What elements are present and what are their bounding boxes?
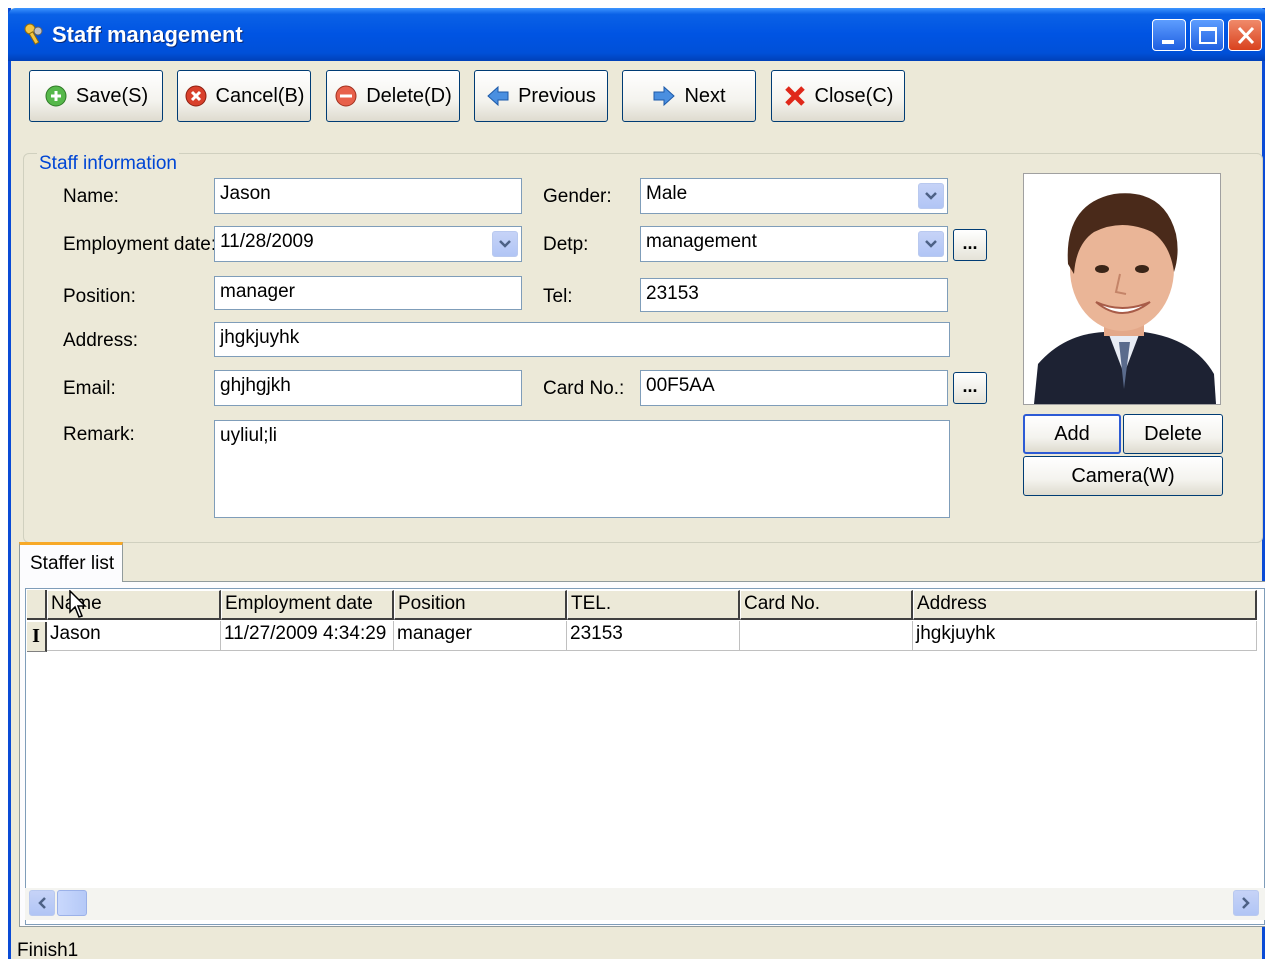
dept-dropdown-button[interactable]: [918, 231, 944, 257]
dept-label: Detp:: [543, 234, 589, 255]
gender-label: Gender:: [543, 186, 612, 207]
column-header-tel[interactable]: TEL.: [567, 590, 740, 620]
arrow-right-icon: [653, 85, 676, 107]
name-input[interactable]: Jason: [214, 178, 522, 214]
chevron-down-icon: [925, 240, 937, 248]
card-no-label: Card No.:: [543, 378, 625, 399]
red-x-icon: [784, 86, 805, 106]
close-label: Close(C): [814, 84, 894, 107]
next-button[interactable]: Next: [622, 70, 756, 122]
cell-position[interactable]: manager: [394, 621, 567, 651]
chevron-right-icon: [1242, 897, 1250, 909]
delete-photo-button[interactable]: Delete: [1123, 414, 1223, 454]
delete-button[interactable]: Delete(D): [326, 70, 460, 122]
chevron-down-icon: [925, 192, 937, 200]
dept-browse-button[interactable]: ...: [953, 229, 987, 261]
remark-textarea[interactable]: uyliul;li: [214, 420, 950, 518]
minus-circle-icon: [335, 85, 357, 107]
gender-value: Male: [646, 183, 688, 204]
cell-name[interactable]: Jason: [47, 621, 221, 651]
close-button[interactable]: Close(C): [771, 70, 905, 122]
horizontal-scrollbar[interactable]: [25, 888, 1265, 920]
employment-date-value: 11/28/2009: [220, 231, 314, 252]
close-icon: [1237, 26, 1255, 45]
scroll-thumb[interactable]: [57, 890, 87, 916]
employment-date-picker[interactable]: 11/28/2009: [214, 226, 522, 262]
address-input[interactable]: jhgkjuyhk: [214, 322, 950, 357]
arrow-left-icon: [487, 85, 509, 107]
group-legend: Staff information: [37, 153, 180, 175]
tab-staffer-list[interactable]: Staffer list: [19, 542, 123, 582]
employment-date-label: Employment date:: [63, 234, 217, 255]
keys-icon: [24, 23, 43, 45]
staff-photo: [1023, 173, 1221, 405]
gender-select[interactable]: Male: [640, 178, 948, 214]
column-header-position[interactable]: Position: [394, 590, 567, 620]
delete-label: Delete(D): [366, 84, 452, 107]
position-label: Position:: [63, 286, 136, 307]
title-bar[interactable]: Staff management: [8, 8, 1265, 61]
tel-input[interactable]: 23153: [640, 278, 948, 312]
previous-button[interactable]: Previous: [474, 70, 608, 122]
staff-management-window: Staff management Save(S) Cancel(B) Delet…: [8, 8, 1265, 961]
name-label: Name:: [63, 186, 119, 207]
card-no-browse-button[interactable]: ...: [953, 372, 987, 404]
tel-label: Tel:: [543, 286, 573, 307]
email-input[interactable]: ghjhgjkh: [214, 370, 522, 406]
save-label: Save(S): [75, 84, 149, 107]
plus-circle-icon: [45, 85, 67, 107]
previous-label: Previous: [518, 84, 596, 107]
dept-value: management: [646, 231, 757, 252]
card-no-input[interactable]: 00F5AA: [640, 370, 948, 406]
grid-corner: [27, 590, 47, 620]
gender-dropdown-button[interactable]: [918, 183, 944, 209]
minimize-button[interactable]: [1152, 19, 1186, 51]
scroll-left-button[interactable]: [29, 890, 55, 916]
scroll-right-button[interactable]: [1233, 890, 1259, 916]
close-window-button[interactable]: [1228, 19, 1262, 51]
cancel-button[interactable]: Cancel(B): [177, 70, 311, 122]
mouse-cursor-icon: [69, 590, 87, 618]
column-header-card-no[interactable]: Card No.: [740, 590, 913, 620]
row-indicator[interactable]: I: [27, 622, 47, 652]
employment-date-dropdown-button[interactable]: [492, 231, 518, 257]
column-header-employment-date[interactable]: Employment date: [221, 590, 394, 620]
column-header-address[interactable]: Address: [913, 590, 1257, 620]
email-label: Email:: [63, 378, 116, 399]
window-title: Staff management: [52, 22, 243, 47]
maximize-button[interactable]: [1190, 19, 1224, 51]
position-input[interactable]: manager: [214, 276, 522, 310]
next-label: Next: [684, 84, 726, 107]
add-photo-button[interactable]: Add: [1023, 414, 1121, 454]
cell-card-no[interactable]: [740, 621, 913, 651]
cell-employment-date[interactable]: 11/27/2009 4:34:29: [221, 621, 394, 651]
remark-label: Remark:: [63, 424, 135, 445]
maximize-icon: [1199, 27, 1217, 44]
chevron-left-icon: [38, 897, 46, 909]
person-photo-icon: [1024, 174, 1220, 404]
address-label: Address:: [63, 330, 138, 351]
minimize-icon: [1162, 40, 1174, 44]
cancel-label: Cancel(B): [215, 84, 305, 107]
cell-tel[interactable]: 23153: [567, 621, 740, 651]
x-circle-icon: [185, 85, 207, 107]
dept-select[interactable]: management: [640, 226, 948, 262]
camera-button[interactable]: Camera(W): [1023, 456, 1223, 496]
save-button[interactable]: Save(S): [29, 70, 163, 122]
cell-address[interactable]: jhgkjuyhk: [913, 621, 1257, 651]
chevron-down-icon: [499, 240, 511, 248]
